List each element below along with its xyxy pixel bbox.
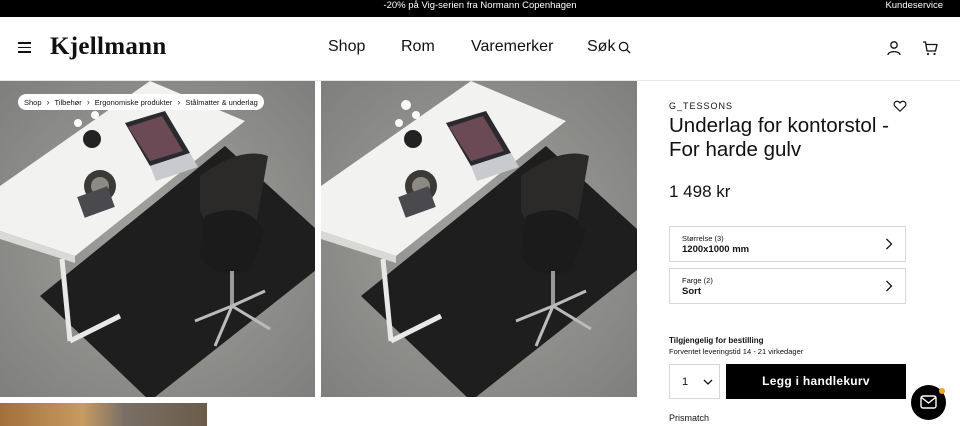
heart-icon[interactable]	[893, 99, 907, 113]
nav-shop[interactable]: Shop	[328, 38, 365, 56]
nav-rom[interactable]: Rom	[401, 38, 435, 56]
product-image-3[interactable]	[0, 403, 207, 426]
user-icon[interactable]	[886, 40, 902, 56]
chevron-right-icon	[886, 238, 893, 250]
nav-brands[interactable]: Varemerker	[471, 38, 553, 56]
chevron-down-icon	[703, 379, 713, 385]
quantity-select[interactable]: 1	[669, 364, 720, 399]
search-icon	[619, 41, 631, 54]
customer-service-link[interactable]: Kundeservice	[885, 0, 943, 12]
quantity-value: 1	[682, 376, 689, 388]
availability-status: Tilgjengelig for bestilling	[669, 336, 764, 345]
delivery-time: Forventet leveringstid 14 - 21 virkedage…	[669, 347, 804, 356]
product-price: 1 498 kr	[669, 182, 731, 201]
chat-icon	[920, 395, 937, 409]
chevron-right-icon: ›	[86, 97, 90, 107]
product-title: Underlag for kontorstol - For harde gulv	[669, 114, 889, 161]
announcement-bar: -20% på Vig-serien fra Normann Copenhage…	[0, 0, 960, 17]
breadcrumb-item[interactable]: Stålmatter & underlag	[185, 98, 258, 107]
color-label: Farge (2)	[682, 276, 713, 285]
logo[interactable]: Kjellmann	[50, 33, 167, 61]
nav-search-label: Søk	[587, 38, 616, 55]
breadcrumb-item[interactable]: Ergonomiske produkter	[95, 98, 173, 107]
product-brand[interactable]: G_TESSONS	[669, 101, 733, 111]
hamburger-icon[interactable]	[18, 42, 31, 53]
product-image-2[interactable]	[321, 81, 637, 397]
chevron-right-icon	[886, 280, 893, 292]
breadcrumb-item[interactable]: Tilbehør	[55, 98, 82, 107]
nav-search[interactable]: Søk	[587, 38, 631, 56]
product-image-1[interactable]	[0, 81, 315, 397]
color-selector[interactable]: Farge (2) Sort	[669, 268, 906, 304]
site-header: Kjellmann Shop Rom Varemerker Søk	[0, 17, 960, 81]
add-to-cart-button[interactable]: Legg i handlekurv	[726, 364, 906, 399]
size-selector[interactable]: Størrelse (3) 1200x1000 mm	[669, 226, 906, 262]
notification-badge	[939, 388, 945, 394]
size-label: Størrelse (3)	[682, 234, 724, 243]
price-match-link[interactable]: Prismatch	[669, 413, 709, 423]
breadcrumb-item[interactable]: Shop	[24, 98, 42, 107]
chevron-right-icon: ›	[46, 97, 50, 107]
cart-icon[interactable]	[922, 40, 938, 56]
size-value: 1200x1000 mm	[682, 244, 750, 255]
color-value: Sort	[682, 286, 701, 297]
breadcrumb: Shop › Tilbehør › Ergonomiske produkter …	[18, 94, 264, 110]
chevron-right-icon: ›	[177, 97, 181, 107]
promo-text[interactable]: -20% på Vig-serien fra Normann Copenhage…	[0, 0, 960, 12]
